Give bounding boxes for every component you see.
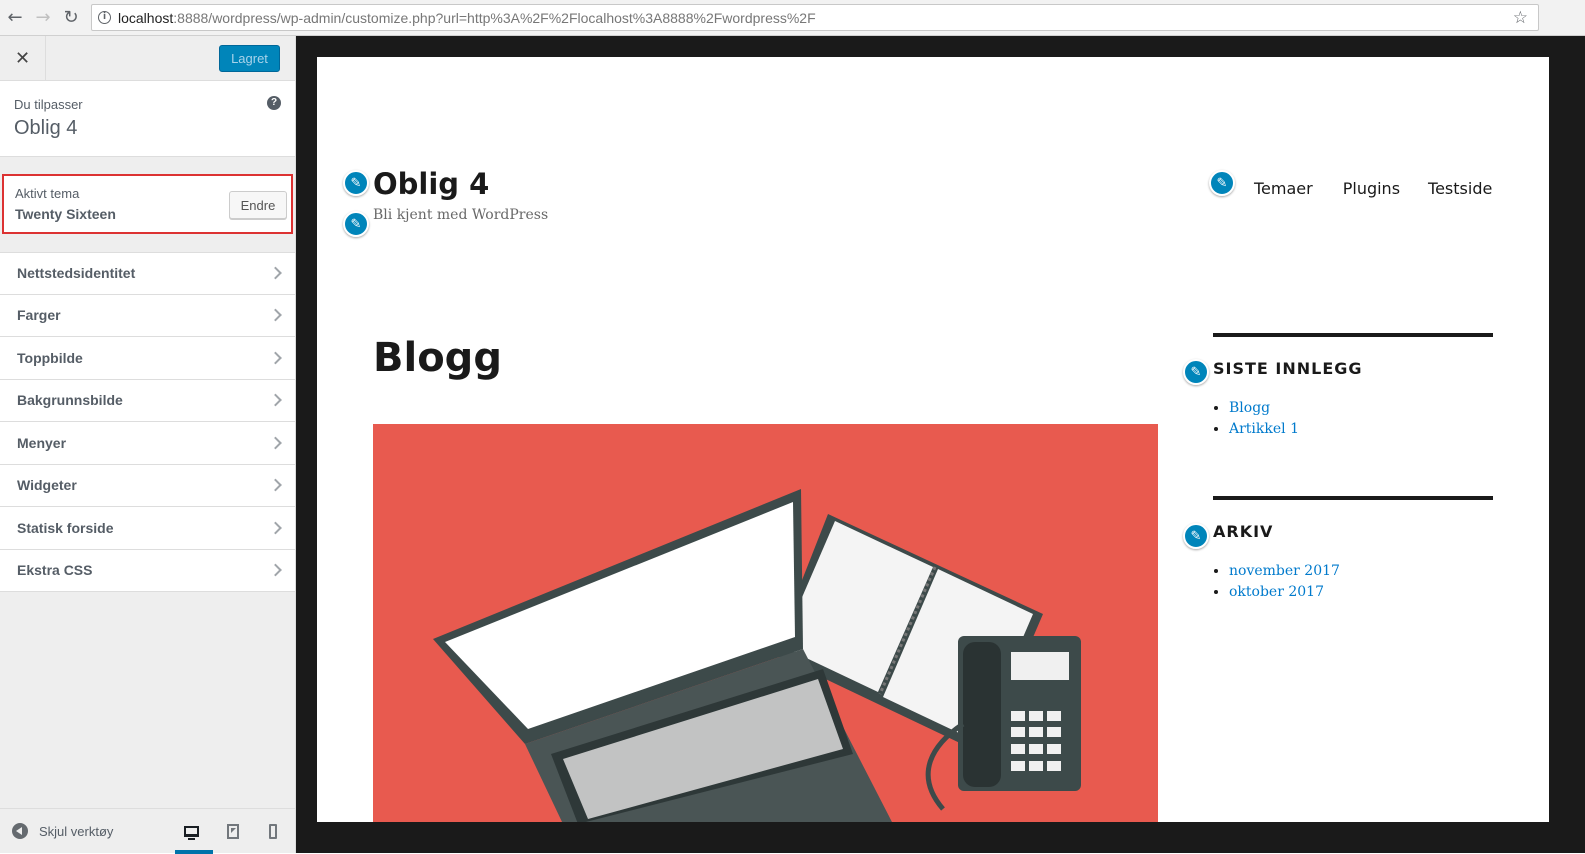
info-icon[interactable]: i [98, 11, 111, 24]
list-item: oktober 2017 [1229, 584, 1340, 605]
section-label: Menyer [17, 434, 67, 451]
help-icon[interactable]: ? [267, 96, 281, 110]
address-bar[interactable]: i localhost:8888/wordpress/wp-admin/cust… [91, 4, 1539, 31]
close-icon[interactable]: ✕ [0, 36, 46, 80]
section-colors[interactable]: Farger [0, 294, 295, 337]
list-item: november 2017 [1229, 563, 1340, 584]
section-label: Bakgrunnsbilde [17, 392, 123, 409]
customizer-sections: Nettstedsidentitet Farger Toppbilde Bakg… [0, 252, 295, 592]
featured-image[interactable] [373, 424, 1158, 822]
customizer-sidebar: ✕ Lagret Du tilpasser Oblig 4 ? Aktivt t… [0, 36, 296, 854]
section-label: Statisk forside [17, 519, 114, 536]
list-item: Blogg [1229, 400, 1299, 421]
section-label: Toppbilde [17, 349, 83, 366]
browser-toolbar: ← → ↻ i localhost:8888/wordpress/wp-admi… [0, 0, 1585, 36]
site-name: Oblig 4 [14, 117, 78, 139]
customizer-header: ✕ Lagret [0, 36, 295, 81]
widget-divider [1213, 496, 1493, 500]
menu-item-plugins[interactable]: Plugins [1343, 179, 1400, 198]
section-label: Ekstra CSS [17, 562, 93, 579]
archive-link[interactable]: november 2017 [1229, 563, 1340, 579]
edit-widget-pencil-icon[interactable]: ✎ [1183, 523, 1209, 549]
menu-item-testside[interactable]: Testside [1428, 179, 1492, 198]
workspace-illustration [433, 489, 1081, 822]
chevron-right-icon [269, 436, 282, 450]
section-widgets[interactable]: Widgeter [0, 464, 295, 507]
recent-post-link[interactable]: Blogg [1229, 400, 1270, 416]
forward-icon[interactable]: → [30, 5, 56, 31]
chevron-right-icon [269, 393, 282, 407]
back-icon[interactable]: ← [2, 5, 28, 31]
primary-menu: Temaer Plugins Testside [1254, 179, 1492, 198]
chevron-right-icon [269, 266, 282, 280]
section-label: Widgeter [17, 477, 77, 494]
desktop-preview-button[interactable] [175, 821, 213, 854]
section-label: Nettstedsidentitet [17, 265, 136, 282]
site-preview-frame: ✎ Oblig 4 ✎ Bli kjent med WordPress ✎ Te… [296, 36, 1585, 853]
desktop-icon [183, 825, 199, 840]
change-theme-button[interactable]: Endre [229, 191, 287, 219]
tablet-icon [227, 823, 239, 839]
widget-title-recent-posts: SISTE INNLEGG [1213, 359, 1363, 378]
save-button[interactable]: Lagret [219, 45, 280, 72]
active-theme-name: Twenty Sixteen [15, 206, 116, 222]
tablet-preview-button[interactable] [223, 821, 243, 841]
section-header-image[interactable]: Toppbilde [0, 337, 295, 380]
active-theme-panel: Aktivt tema Twenty Sixteen Endre [2, 174, 293, 234]
edit-menu-pencil-icon[interactable]: ✎ [1209, 170, 1235, 196]
section-static-front-page[interactable]: Statisk forside [0, 507, 295, 550]
chevron-right-icon [269, 308, 282, 322]
mobile-preview-button[interactable] [263, 821, 283, 841]
url-text[interactable]: localhost:8888/wordpress/wp-admin/custom… [118, 10, 816, 26]
menu-item-temaer[interactable]: Temaer [1254, 179, 1313, 198]
archive-list: november 2017 oktober 2017 [1229, 563, 1340, 605]
section-label: Farger [17, 307, 61, 324]
widget-divider [1213, 333, 1493, 337]
collapse-icon [12, 823, 28, 839]
collapse-label: Skjul verktøy [39, 823, 114, 839]
chevron-right-icon [269, 521, 282, 535]
section-additional-css[interactable]: Ekstra CSS [0, 549, 295, 592]
collapse-sidebar-button[interactable]: Skjul verktøy [12, 823, 113, 839]
edit-tagline-pencil-icon[interactable]: ✎ [343, 211, 369, 237]
url-path: :8888/wordpress/wp-admin/customize.php?u… [173, 9, 816, 26]
mobile-icon [269, 823, 277, 839]
customizer-info: Du tilpasser Oblig 4 ? [0, 81, 295, 157]
site-description: Bli kjent med WordPress [373, 207, 549, 223]
archive-link[interactable]: oktober 2017 [1229, 584, 1324, 600]
star-icon[interactable]: ☆ [1513, 8, 1528, 28]
list-item: Artikkel 1 [1229, 421, 1299, 442]
page-title: Blogg [373, 335, 502, 381]
recent-posts-list: Blogg Artikkel 1 [1229, 400, 1299, 442]
widget-title-archive: ARKIV [1213, 522, 1274, 541]
active-theme-label: Aktivt tema [15, 186, 80, 201]
url-host: localhost [118, 9, 174, 26]
edit-widget-pencil-icon[interactable]: ✎ [1183, 359, 1209, 385]
reload-icon[interactable]: ↻ [58, 5, 84, 31]
recent-post-link[interactable]: Artikkel 1 [1229, 421, 1299, 437]
chevron-right-icon [269, 563, 282, 577]
section-menus[interactable]: Menyer [0, 422, 295, 465]
customizer-footer: Skjul verktøy [0, 808, 295, 854]
section-site-identity[interactable]: Nettstedsidentitet [0, 252, 295, 295]
site-title[interactable]: Oblig 4 [373, 167, 489, 201]
site-preview: ✎ Oblig 4 ✎ Bli kjent med WordPress ✎ Te… [317, 57, 1549, 822]
section-background-image[interactable]: Bakgrunnsbilde [0, 379, 295, 422]
chevron-right-icon [269, 478, 282, 492]
chevron-right-icon [269, 351, 282, 365]
edit-title-pencil-icon[interactable]: ✎ [343, 170, 369, 196]
info-label: Du tilpasser [14, 97, 83, 112]
